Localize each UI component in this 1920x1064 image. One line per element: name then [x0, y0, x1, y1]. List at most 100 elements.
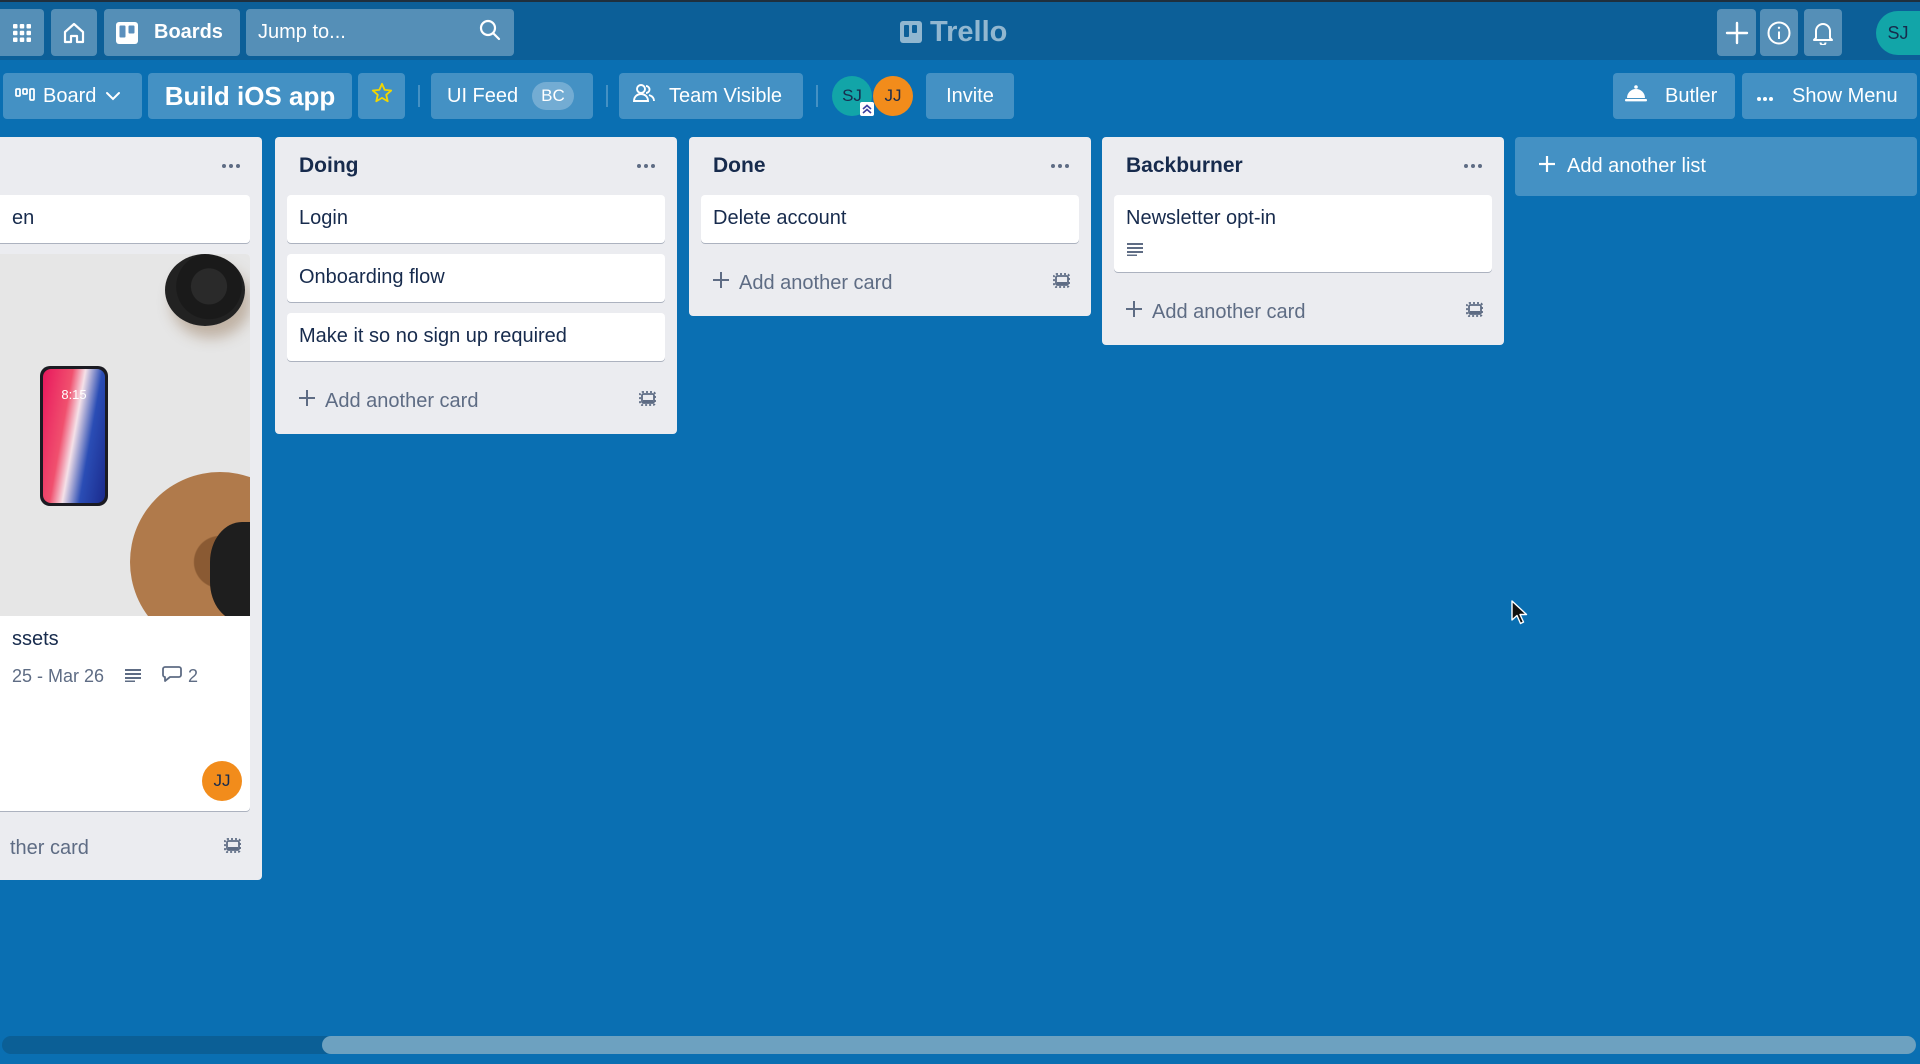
create-button[interactable]	[1717, 9, 1756, 56]
horizontal-scrollbar-thumb[interactable]	[322, 1036, 1916, 1054]
card[interactable]: Make it so no sign up required	[287, 313, 665, 361]
boards-label: Boards	[154, 21, 223, 43]
card-cover-image: 8:15	[0, 254, 250, 616]
comment-icon	[162, 665, 182, 688]
butler-label: Butler	[1665, 84, 1718, 107]
team-button[interactable]: UI Feed BC	[431, 73, 593, 119]
butler-bell-icon	[1625, 84, 1647, 108]
star-board-button[interactable]	[358, 73, 405, 119]
list-title: Backburner	[1126, 154, 1243, 177]
list: Backburner Newsletter opt-in Add another…	[1102, 137, 1504, 345]
top-header: Boards Jump to... Trello SJ	[0, 0, 1920, 60]
list-menu-button[interactable]	[1045, 154, 1075, 178]
list-title: Doing	[299, 154, 359, 177]
add-list-label: Add another list	[1567, 155, 1706, 177]
user-avatar[interactable]: SJ	[1876, 11, 1920, 55]
card-title: Delete account	[713, 207, 847, 229]
list-title: Done	[713, 154, 766, 177]
home-button[interactable]	[51, 9, 97, 56]
show-menu-button[interactable]: Show Menu	[1742, 73, 1917, 119]
add-card-label: Add another card	[1152, 300, 1306, 323]
board-view-switcher[interactable]: Board	[3, 73, 142, 119]
phone-image: 8:15	[40, 366, 108, 506]
card-title: ssets	[12, 628, 59, 650]
boards-button[interactable]: Boards	[104, 9, 240, 56]
jump-to-search[interactable]: Jump to...	[246, 9, 514, 56]
divider	[606, 85, 608, 107]
info-icon	[1766, 20, 1792, 46]
add-card-button[interactable]: Add another card	[1110, 283, 1496, 341]
card-template-icon[interactable]	[1051, 271, 1071, 295]
add-list-button[interactable]: Add another list	[1515, 137, 1917, 196]
card[interactable]: Onboarding flow	[287, 254, 665, 302]
card-title: Make it so no sign up required	[299, 325, 567, 347]
butler-button[interactable]: Butler	[1613, 73, 1735, 119]
card-title: Login	[299, 207, 348, 229]
comments-badge: 2	[162, 665, 198, 688]
boards-icon	[116, 21, 138, 44]
add-card-button[interactable]: Add another card	[283, 372, 669, 430]
apps-button[interactable]	[0, 9, 44, 56]
card[interactable]: en	[0, 195, 250, 243]
divider	[418, 85, 420, 107]
add-card-label: Add another card	[739, 271, 893, 294]
home-icon	[62, 21, 86, 45]
member-avatar[interactable]: JJ	[873, 76, 913, 116]
chevron-down-icon	[104, 85, 122, 108]
card-member-avatar[interactable]: JJ	[202, 761, 242, 801]
card[interactable]: Delete account	[701, 195, 1079, 243]
visibility-label: Team Visible	[669, 84, 783, 107]
card-title: Newsletter opt-in	[1126, 207, 1277, 229]
list-header[interactable]: Done	[689, 137, 1091, 195]
member-initials: JJ	[213, 771, 231, 790]
list-menu-button[interactable]	[216, 154, 246, 178]
list-header[interactable]: Backburner	[1102, 137, 1504, 195]
plus-icon	[297, 388, 317, 414]
notifications-button[interactable]	[1804, 9, 1842, 56]
card[interactable]: 8:15 ssets 25 - Mar 26 2 JJ	[0, 254, 250, 811]
description-icon	[124, 666, 142, 687]
user-initials: SJ	[1887, 22, 1909, 43]
visibility-button[interactable]: Team Visible	[619, 73, 803, 119]
card[interactable]: Newsletter opt-in	[1114, 195, 1492, 272]
mug-image	[210, 522, 250, 616]
team-label: UI Feed	[447, 84, 519, 107]
more-icon	[1756, 85, 1774, 108]
add-card-label: Add another card	[325, 389, 479, 412]
star-icon	[371, 82, 393, 110]
list-menu-button[interactable]	[631, 154, 661, 178]
plus-icon	[1537, 154, 1557, 180]
add-card-button[interactable]: ther card	[0, 819, 254, 877]
info-button[interactable]	[1760, 9, 1798, 56]
team-visible-icon	[633, 83, 655, 109]
description-icon	[1126, 240, 1144, 261]
card-template-icon[interactable]	[222, 836, 242, 860]
list-header[interactable]	[0, 137, 262, 195]
card-template-icon[interactable]	[1464, 300, 1484, 324]
plus-icon	[1124, 299, 1144, 325]
add-card-label: ther card	[10, 836, 89, 859]
trello-logo-icon	[900, 21, 922, 43]
board-title[interactable]: Build iOS app	[148, 73, 352, 119]
list-header[interactable]: Doing	[275, 137, 677, 195]
card-template-icon[interactable]	[637, 389, 657, 413]
list-menu-button[interactable]	[1458, 154, 1488, 178]
trello-logo[interactable]: Trello	[900, 12, 1007, 52]
card[interactable]: Login	[287, 195, 665, 243]
invite-button[interactable]: Invite	[926, 73, 1014, 119]
search-icon	[478, 18, 502, 48]
board-view-label: Board	[43, 84, 97, 107]
add-card-button[interactable]: Add another card	[697, 254, 1083, 312]
search-placeholder: Jump to...	[258, 21, 346, 43]
card-title: en	[12, 207, 35, 229]
plus-icon	[1725, 21, 1749, 45]
card-title: Onboarding flow	[299, 266, 445, 288]
trello-logo-text: Trello	[930, 15, 1008, 48]
show-menu-label: Show Menu	[1792, 84, 1898, 107]
camera-lens-image	[165, 254, 245, 326]
comment-count: 2	[188, 666, 199, 686]
divider	[816, 85, 818, 107]
plus-icon	[711, 270, 731, 296]
mouse-cursor-icon	[1511, 600, 1529, 631]
admin-chevron-icon	[860, 102, 874, 116]
